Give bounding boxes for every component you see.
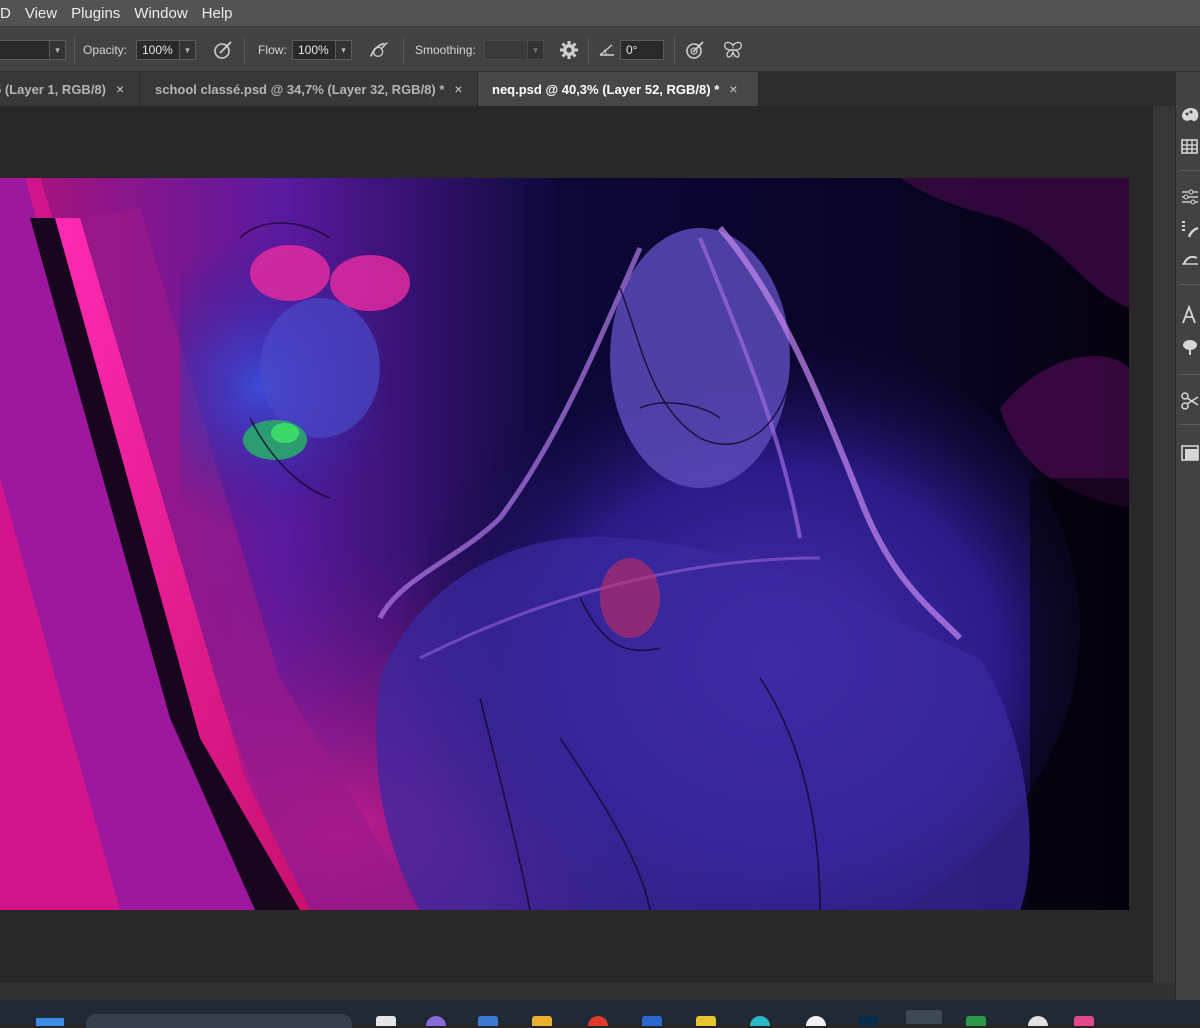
swatches-grid-icon[interactable] <box>1181 136 1200 158</box>
brush-preset-picker[interactable]: ▾ <box>0 27 66 73</box>
taskbar-search-box[interactable] <box>86 1014 352 1028</box>
smoothing-input[interactable] <box>484 40 528 60</box>
divider <box>1179 374 1200 375</box>
tab-label: 5 (Layer 1, RGB/8) <box>0 81 106 97</box>
tool-presets-icon[interactable] <box>1181 390 1200 412</box>
taskbar-app-active[interactable] <box>906 1010 942 1024</box>
canvas-workspace[interactable] <box>0 106 1153 982</box>
chevron-down-icon[interactable]: ▾ <box>336 40 352 60</box>
divider <box>1179 424 1200 425</box>
divider <box>674 37 675 63</box>
menu-item-view[interactable]: View <box>18 5 64 22</box>
divider <box>1179 170 1200 171</box>
horizontal-scrollbar[interactable] <box>0 982 1175 1000</box>
pressure-size-icon[interactable] <box>684 39 706 61</box>
flow-field[interactable]: 100% ▾ <box>292 27 352 73</box>
chevron-down-icon[interactable]: ▾ <box>528 40 544 60</box>
divider <box>1179 284 1200 285</box>
menu-bar: D View Plugins Window Help <box>0 0 1200 26</box>
angle-input[interactable]: 0° <box>620 40 664 60</box>
photoshop-taskbar-icon[interactable] <box>858 1016 878 1026</box>
taskbar-app-icon[interactable] <box>376 1016 396 1026</box>
airbrush-icon[interactable] <box>368 39 390 61</box>
flow-label: Flow: <box>258 43 287 57</box>
vertical-scrollbar[interactable] <box>1153 106 1175 982</box>
brush-settings-icon[interactable] <box>1181 218 1200 240</box>
menu-item-edit[interactable]: D <box>0 5 18 22</box>
document-tab[interactable]: 5 (Layer 1, RGB/8) × <box>0 72 140 106</box>
folder-icon[interactable] <box>532 1016 552 1026</box>
chevron-down-icon: ▾ <box>50 40 66 60</box>
opacity-input[interactable]: 100% <box>136 40 180 60</box>
character-icon[interactable] <box>1181 304 1200 326</box>
taskbar-app-icon[interactable] <box>1074 1016 1094 1026</box>
taskbar-app-icon[interactable] <box>966 1016 986 1026</box>
flow-input[interactable]: 100% <box>292 40 336 60</box>
windows-start-icon[interactable] <box>36 1018 64 1026</box>
gear-icon[interactable] <box>558 39 580 61</box>
taskbar-app-icon[interactable] <box>588 1016 608 1026</box>
taskbar-app-icon[interactable] <box>426 1016 446 1026</box>
taskbar-app-icon[interactable] <box>1028 1016 1048 1026</box>
paragraph-icon[interactable] <box>1181 336 1200 358</box>
taskbar-app-icon[interactable] <box>806 1016 826 1026</box>
artwork-canvas[interactable] <box>0 178 1129 910</box>
tab-label: school classé.psd @ 34,7% (Layer 32, RGB… <box>155 81 445 97</box>
divider <box>403 37 404 63</box>
divider <box>244 37 245 63</box>
layer-comps-icon[interactable] <box>1181 442 1200 464</box>
menu-item-window[interactable]: Window <box>127 5 194 22</box>
taskbar-app-icon[interactable] <box>696 1016 716 1026</box>
opacity-field[interactable]: 100% ▾ <box>136 27 196 73</box>
document-tab[interactable]: school classé.psd @ 34,7% (Layer 32, RGB… <box>140 72 478 106</box>
divider <box>588 37 589 63</box>
taskbar-app-icon[interactable] <box>478 1016 498 1026</box>
taskbar-app-icon[interactable] <box>642 1016 662 1026</box>
divider <box>74 37 75 63</box>
tab-label: neq.psd @ 40,3% (Layer 52, RGB/8) * <box>492 81 720 97</box>
adjustments-sliders-icon[interactable] <box>1181 186 1200 208</box>
menu-item-help[interactable]: Help <box>195 5 240 22</box>
os-taskbar <box>0 1000 1200 1028</box>
smoothing-field[interactable]: ▾ <box>484 27 544 73</box>
pressure-opacity-icon[interactable] <box>212 39 234 61</box>
close-icon[interactable]: × <box>116 81 124 97</box>
butterfly-icon[interactable] <box>722 39 744 61</box>
taskbar-app-icon[interactable] <box>750 1016 770 1026</box>
close-icon[interactable]: × <box>729 81 737 97</box>
opacity-label: Opacity: <box>83 43 128 57</box>
tool-options-bar: ▾ Opacity: 100% ▾ Flow: 100% ▾ Smoothing… <box>0 26 1200 72</box>
chevron-down-icon[interactable]: ▾ <box>180 40 196 60</box>
document-tab-bar: 5 (Layer 1, RGB/8) × school classé.psd @… <box>0 72 1175 106</box>
brush-tip-icon[interactable] <box>1181 250 1200 272</box>
close-icon[interactable]: × <box>454 81 462 97</box>
menu-item-plugins[interactable]: Plugins <box>64 5 127 22</box>
panel-icon-strip <box>1175 72 1200 1000</box>
smoothing-label: Smoothing: <box>415 43 476 57</box>
angle-icon <box>596 39 618 61</box>
color-palette-icon[interactable] <box>1181 104 1200 126</box>
document-tab-active[interactable]: neq.psd @ 40,3% (Layer 52, RGB/8) * × <box>478 72 759 106</box>
